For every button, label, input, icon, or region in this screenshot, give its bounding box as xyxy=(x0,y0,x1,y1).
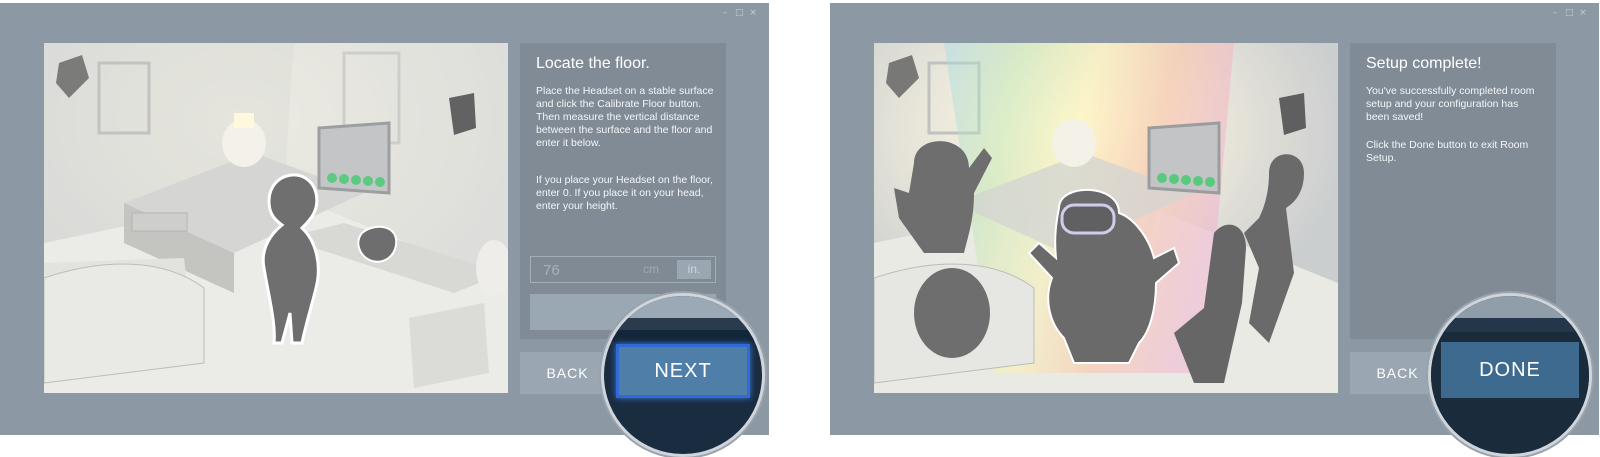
window-controls: – □ × xyxy=(1551,9,1587,18)
maximize-icon[interactable]: □ xyxy=(1565,9,1574,18)
mag-band-mid xyxy=(604,318,762,330)
next-button[interactable]: NEXT xyxy=(616,344,750,398)
height-field: cm in. xyxy=(530,256,716,283)
unit-cm-toggle[interactable]: cm xyxy=(643,262,659,276)
unit-in-toggle[interactable]: in. xyxy=(677,260,711,279)
minimize-icon[interactable]: – xyxy=(1551,9,1559,18)
room-illustration-complete xyxy=(874,43,1338,393)
instruction-paragraph: Place the Headset on a stable surface an… xyxy=(536,85,714,149)
close-icon[interactable]: × xyxy=(749,9,757,18)
mag-band-top xyxy=(604,296,762,318)
minimize-icon[interactable]: – xyxy=(721,9,729,18)
room-setup-window-floor: – □ × Locate the floor. Place the Headse… xyxy=(0,3,769,457)
completion-paragraph: Click the Done button to exit Room Setup… xyxy=(1366,139,1529,164)
done-button[interactable]: DONE xyxy=(1441,342,1579,398)
step-title: Setup complete! xyxy=(1366,55,1482,72)
maximize-icon[interactable]: □ xyxy=(735,9,744,18)
magnifier-done: DONE xyxy=(1428,293,1592,457)
window-controls: – □ × xyxy=(721,9,757,18)
mag-band-dark xyxy=(604,330,762,342)
mag-band-mid xyxy=(1431,318,1589,332)
magnifier-next: NEXT xyxy=(601,293,765,457)
height-input[interactable] xyxy=(541,260,625,280)
mag-band-top xyxy=(1431,296,1589,318)
instruction-paragraph: If you place your Headset on the floor, … xyxy=(536,174,713,212)
room-illustration-floor xyxy=(44,43,508,393)
step-title: Locate the floor. xyxy=(536,55,650,72)
completion-paragraph: You've successfully completed room setup… xyxy=(1366,85,1535,123)
close-icon[interactable]: × xyxy=(1579,9,1587,18)
room-setup-window-complete: – □ × Setup complete! You've successfull… xyxy=(830,3,1599,457)
